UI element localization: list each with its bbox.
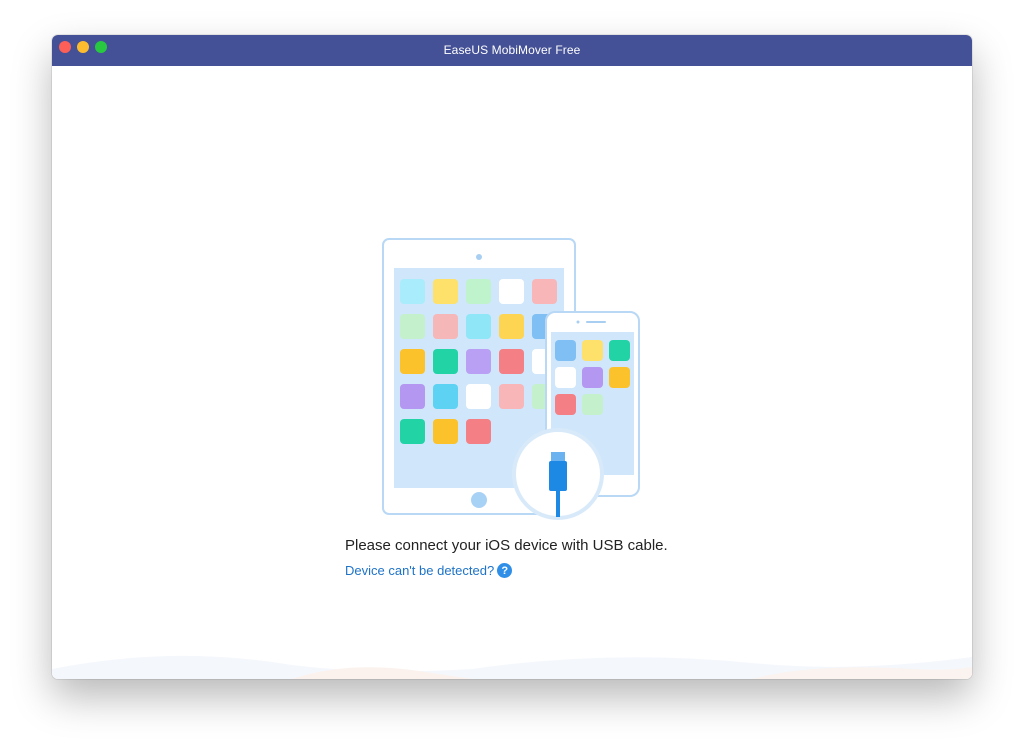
connect-instruction-text: Please connect your iOS device with USB … [345, 537, 668, 554]
title-bar[interactable]: EaseUS MobiMover Free [52, 35, 972, 66]
device-not-detected-label: Device can't be detected? [345, 563, 495, 578]
device-not-detected-link[interactable]: Device can't be detected? ? [345, 563, 513, 578]
app-window: EaseUS MobiMover Free Please connect you… [52, 35, 972, 679]
decorative-waves [52, 655, 972, 679]
question-circle-icon: ? [497, 563, 513, 578]
connect-device-illustration [382, 238, 640, 520]
window-title: EaseUS MobiMover Free [443, 43, 581, 57]
usb-cable-icon [512, 428, 604, 520]
connect-device-panel: Please connect your iOS device with USB … [52, 66, 972, 679]
